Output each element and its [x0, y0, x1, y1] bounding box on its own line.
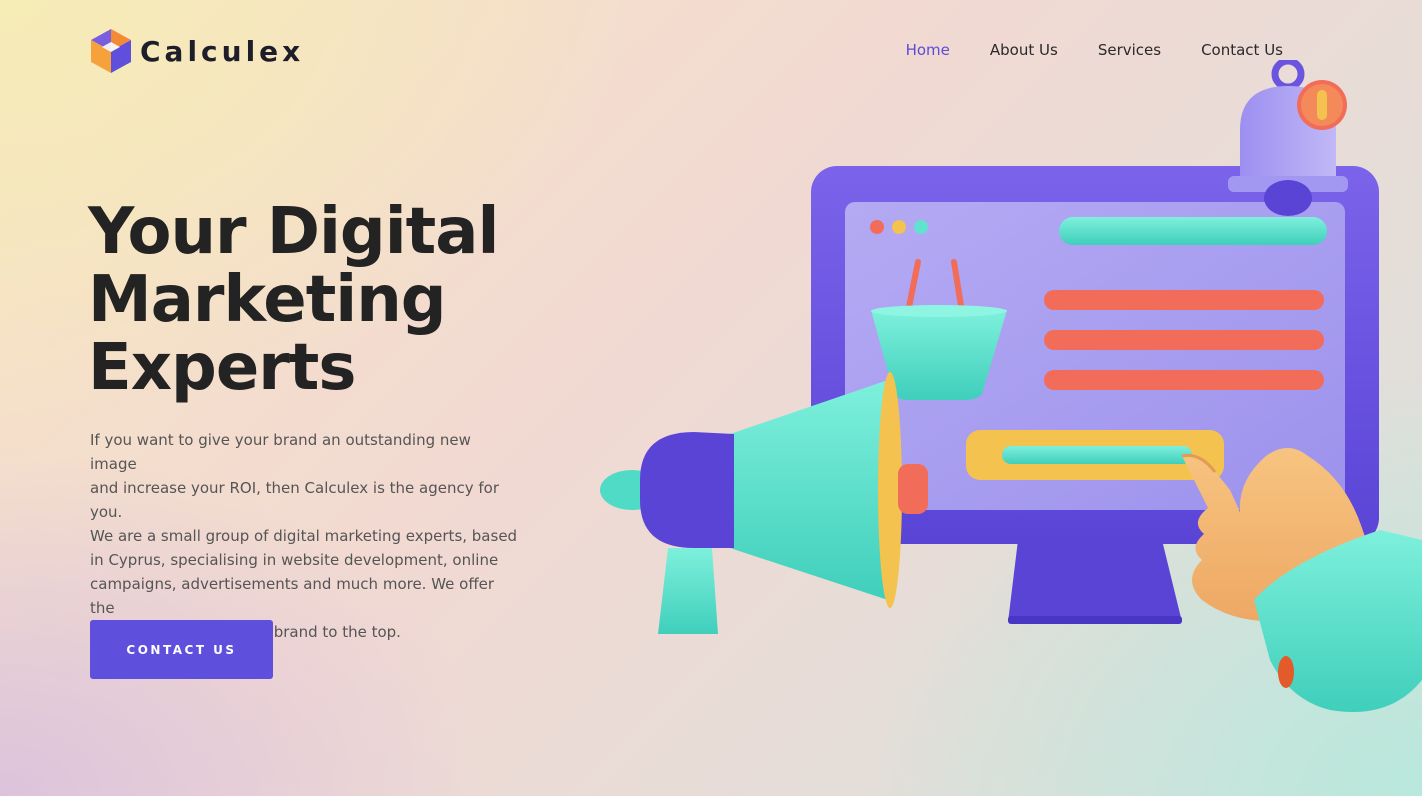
- nav-contact-us[interactable]: Contact Us: [1201, 41, 1283, 59]
- hero-description-line: in Cyprus, specialising in website devel…: [90, 551, 499, 569]
- hero-description-line: campaigns, advertisements and much more.…: [90, 575, 495, 617]
- nav-home[interactable]: Home: [906, 41, 950, 59]
- monitor-stand: [1008, 540, 1182, 624]
- hero-title-line: Marketing: [88, 263, 447, 337]
- marketing-illustration: [600, 60, 1422, 712]
- pointing-hand-icon: [1181, 448, 1422, 712]
- logo[interactable]: Calculex: [90, 28, 304, 74]
- main-nav: Home About Us Services Contact Us: [906, 41, 1283, 59]
- hero-description: If you want to give your brand an outsta…: [90, 428, 520, 644]
- megaphone-icon: [600, 372, 928, 634]
- nav-services[interactable]: Services: [1098, 41, 1161, 59]
- nav-about-us[interactable]: About Us: [990, 41, 1058, 59]
- hero-description-line: We are a small group of digital marketin…: [90, 527, 518, 545]
- contact-us-button[interactable]: CONTACT US: [90, 620, 273, 679]
- hero-title-line: Your Digital: [88, 195, 499, 269]
- hero-title: Your Digital Marketing Experts: [88, 198, 608, 402]
- brand-name: Calculex: [140, 34, 305, 68]
- hero-description-line: and increase your ROI, then Calculex is …: [90, 479, 500, 521]
- hero-title-line: Experts: [88, 331, 356, 405]
- hexagon-cube-icon: [91, 29, 131, 73]
- hero-description-line: If you want to give your brand an outsta…: [90, 431, 471, 473]
